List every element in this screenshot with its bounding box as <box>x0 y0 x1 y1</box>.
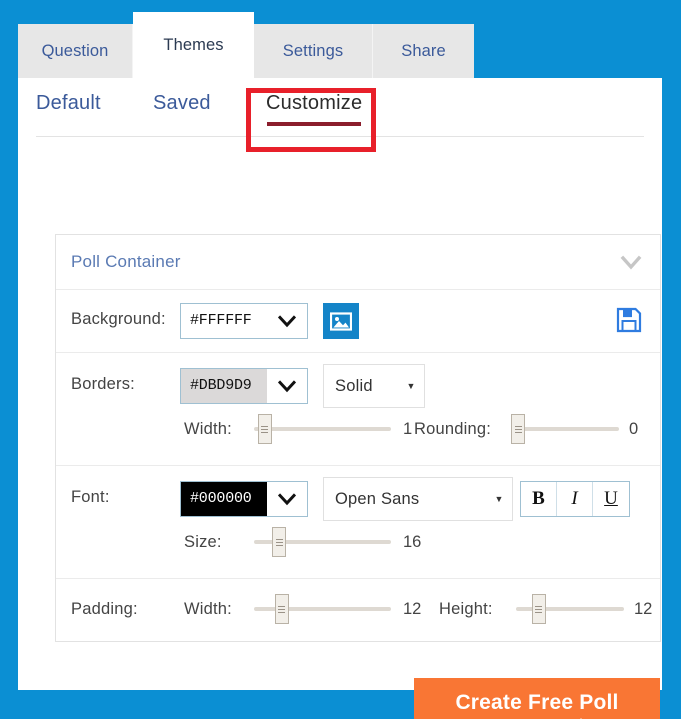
border-width-label: Width: <box>184 420 232 438</box>
border-color-select[interactable]: #DBD9D9 <box>180 368 308 404</box>
save-icon <box>616 307 642 333</box>
underline-button[interactable]: U <box>593 482 629 516</box>
background-color-value: #FFFFFF <box>181 304 267 338</box>
chevron-down-icon <box>267 379 307 393</box>
padding-width-slider[interactable] <box>254 594 391 624</box>
tab-themes-label: Themes <box>163 35 224 54</box>
font-size-value: 16 <box>403 533 422 551</box>
poll-container-panel: Poll Container Background: #FFFFFF Borde… <box>55 234 661 642</box>
font-label: Font: <box>71 488 110 506</box>
chevron-down-icon <box>267 492 307 506</box>
padding-height-slider[interactable] <box>516 594 624 624</box>
slider-handle[interactable] <box>531 594 546 624</box>
subtab-default[interactable]: Default <box>36 92 101 115</box>
slider-handle[interactable] <box>274 594 289 624</box>
subtab-saved-label: Saved <box>153 92 211 114</box>
tab-share-label: Share <box>401 41 446 60</box>
subtab-customize-label: Customize <box>266 92 363 114</box>
tab-themes[interactable]: Themes <box>133 12 254 78</box>
app-root: Question Themes Settings Share Default S… <box>0 0 681 719</box>
tab-question-label: Question <box>41 41 109 60</box>
subtab-active-underline <box>267 122 362 126</box>
cta-subtitle: 100% Free, No Signup <box>455 715 619 719</box>
border-style-value: Solid <box>335 376 373 395</box>
tab-question[interactable]: Question <box>18 24 133 78</box>
slider-track <box>511 427 619 431</box>
row-background: Background: #FFFFFF <box>56 290 660 353</box>
border-width-slider[interactable] <box>254 414 391 444</box>
borders-label: Borders: <box>71 375 135 393</box>
row-borders: Borders: #DBD9D9 Solid ▼ Width: 1 Roundi… <box>56 353 660 466</box>
border-width-value: 1 <box>403 420 413 438</box>
slider-track <box>254 427 391 431</box>
background-image-button[interactable] <box>323 303 359 339</box>
font-style-buttongroup: B I U <box>520 481 630 517</box>
image-icon <box>330 311 352 331</box>
subtab-customize[interactable]: Customize <box>266 92 363 126</box>
chevron-down-icon[interactable] <box>620 253 642 273</box>
background-label: Background: <box>71 310 166 328</box>
padding-height-value: 12 <box>634 600 653 618</box>
border-rounding-slider[interactable] <box>511 414 619 444</box>
slider-handle[interactable] <box>511 414 525 444</box>
padding-width-value: 12 <box>403 600 422 618</box>
subtab-default-label: Default <box>36 92 101 114</box>
caret-down-icon: ▼ <box>406 381 416 391</box>
font-family-select[interactable]: Open Sans ▼ <box>323 477 513 521</box>
caret-down-icon: ▼ <box>494 494 504 504</box>
primary-tabbar: Question Themes Settings Share <box>18 12 474 78</box>
secondary-tabbar: Default Saved Customize <box>18 78 662 138</box>
font-family-value: Open Sans <box>335 489 420 508</box>
background-color-select[interactable]: #FFFFFF <box>180 303 308 339</box>
border-rounding-label: Rounding: <box>414 420 492 438</box>
create-free-poll-button[interactable]: Create Free Poll 100% Free, No Signup <box>414 678 660 719</box>
padding-width-label: Width: <box>184 600 232 618</box>
font-size-slider[interactable] <box>254 527 391 557</box>
tab-settings[interactable]: Settings <box>254 24 373 78</box>
border-style-select[interactable]: Solid ▼ <box>323 364 425 408</box>
row-font: Font: #000000 Open Sans ▼ B I U Size: 16 <box>56 466 660 579</box>
padding-height-label: Height: <box>439 600 493 618</box>
row-padding: Padding: Width: 12 Height: 12 <box>56 579 660 641</box>
panel-title: Poll Container <box>71 252 181 271</box>
tab-share[interactable]: Share <box>373 24 474 78</box>
bold-button[interactable]: B <box>521 482 557 516</box>
slider-handle[interactable] <box>257 414 272 444</box>
font-color-select[interactable]: #000000 <box>180 481 308 517</box>
slider-handle[interactable] <box>272 527 287 557</box>
border-color-value: #DBD9D9 <box>181 369 267 403</box>
padding-label: Padding: <box>71 600 138 618</box>
italic-button[interactable]: I <box>557 482 593 516</box>
border-rounding-value: 0 <box>629 420 639 438</box>
font-color-value: #000000 <box>181 482 267 516</box>
subtab-saved[interactable]: Saved <box>153 92 211 115</box>
themes-panel-card: Default Saved Customize Poll Container B… <box>18 78 662 719</box>
poll-container-header[interactable]: Poll Container <box>56 235 660 290</box>
font-size-label: Size: <box>184 533 222 551</box>
subtabs-divider <box>36 136 644 137</box>
tab-settings-label: Settings <box>282 41 344 60</box>
chevron-down-icon <box>267 314 307 328</box>
cta-title: Create Free Poll <box>455 691 619 715</box>
save-theme-button[interactable] <box>616 307 642 333</box>
